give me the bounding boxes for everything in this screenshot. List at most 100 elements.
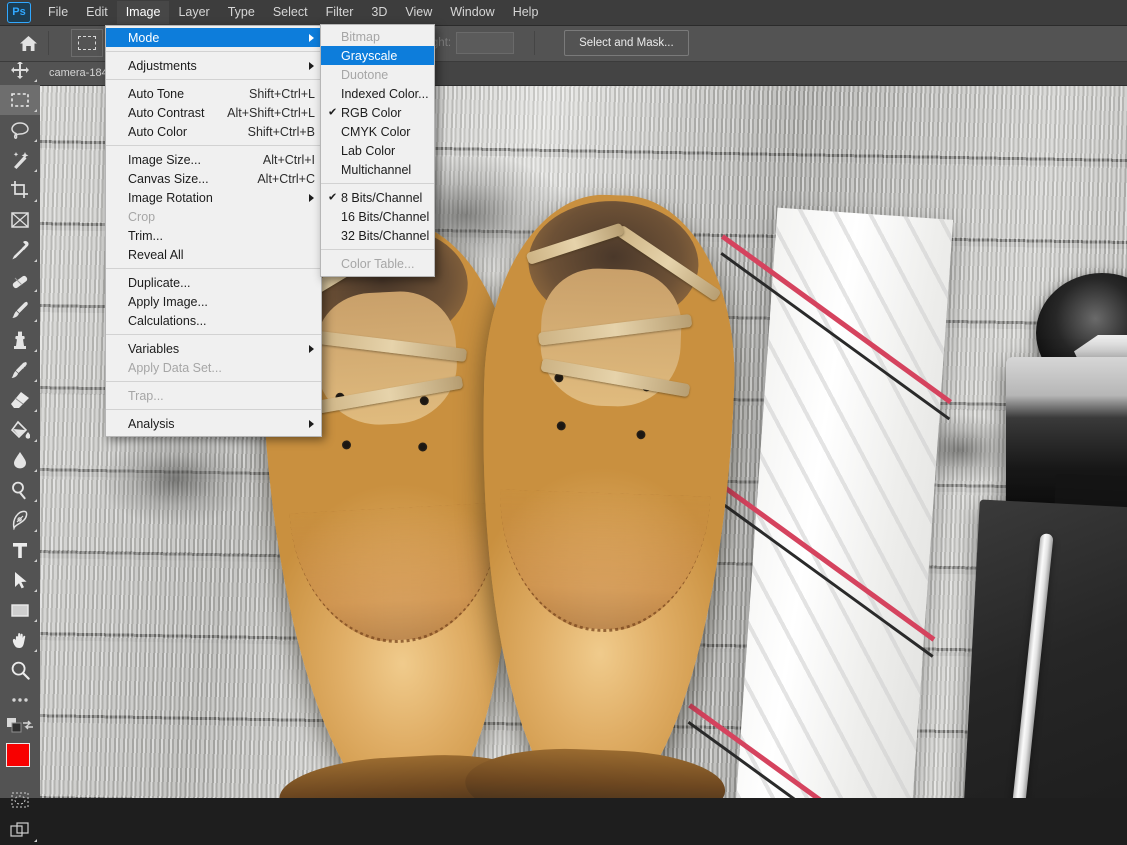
menu-item-shortcut: Alt+Shift+Ctrl+L xyxy=(227,105,315,120)
menu-window[interactable]: Window xyxy=(441,1,503,24)
submenu-arrow-icon xyxy=(309,33,314,42)
tool-flyout-corner xyxy=(34,839,37,842)
mode-item-8-bits-channel[interactable]: ✔ 8 Bits/Channel xyxy=(321,188,434,207)
image-menu-item-apply-image[interactable]: Apply Image... xyxy=(106,292,321,311)
menu-filter[interactable]: Filter xyxy=(317,1,363,24)
menu-type[interactable]: Type xyxy=(219,1,264,24)
height-input[interactable] xyxy=(456,32,515,54)
menu-item-label: 32 Bits/Channel xyxy=(341,228,430,243)
horizontal-type-tool[interactable] xyxy=(0,535,40,565)
tool-flyout-corner xyxy=(34,649,37,652)
image-menu-item-auto-color[interactable]: Auto Color Shift+Ctrl+B xyxy=(106,122,321,141)
menu-item-label: Duplicate... xyxy=(128,275,191,290)
swap-colors-icon[interactable] xyxy=(21,718,35,737)
tools-panel: ▸▸ xyxy=(0,25,41,842)
menu-item-shortcut: Alt+Ctrl+C xyxy=(257,171,315,186)
move-icon xyxy=(11,61,29,79)
mode-item-32-bits-channel[interactable]: 32 Bits/Channel xyxy=(321,226,434,245)
tool-flyout-corner xyxy=(34,529,37,532)
image-menu-item-duplicate[interactable]: Duplicate... xyxy=(106,273,321,292)
default-colors-row xyxy=(0,715,40,737)
brush-tool[interactable] xyxy=(0,295,40,325)
image-menu-item-image-rotation[interactable]: Image Rotation xyxy=(106,188,321,207)
mode-item-lab-color[interactable]: Lab Color xyxy=(321,141,434,160)
dodge-tool[interactable] xyxy=(0,475,40,505)
crop-tool[interactable] xyxy=(0,175,40,205)
menu-file[interactable]: File xyxy=(39,1,77,24)
menu-view[interactable]: View xyxy=(396,1,441,24)
mode-item-grayscale[interactable]: Grayscale xyxy=(321,46,434,65)
mode-item-indexed-color[interactable]: Indexed Color... xyxy=(321,84,434,103)
menu-edit[interactable]: Edit xyxy=(77,1,117,24)
blur-drop-icon xyxy=(14,452,26,469)
image-menu-item-image-size[interactable]: Image Size... Alt+Ctrl+I xyxy=(106,150,321,169)
image-menu-item-mode[interactable]: Mode xyxy=(106,28,321,47)
mode-item-cmyk-color[interactable]: CMYK Color xyxy=(321,122,434,141)
select-and-mask-button[interactable]: Select and Mask... xyxy=(564,30,689,56)
tools-list xyxy=(0,55,40,715)
tool-preset-picker[interactable] xyxy=(71,29,103,57)
frame-tool[interactable] xyxy=(0,205,40,235)
menu-help[interactable]: Help xyxy=(504,1,548,24)
foreground-color-swatch[interactable] xyxy=(6,743,30,767)
menu-image[interactable]: Image xyxy=(116,1,170,24)
submenu-arrow-icon xyxy=(309,61,314,70)
edit-toolbar[interactable] xyxy=(0,685,40,715)
tool-flyout-corner xyxy=(34,379,37,382)
image-menu-item-apply-data-set: Apply Data Set... xyxy=(106,358,321,377)
image-menu-item-calculations[interactable]: Calculations... xyxy=(106,311,321,330)
pen-icon xyxy=(12,510,28,530)
spot-healing-brush-tool[interactable] xyxy=(0,265,40,295)
menu-layer[interactable]: Layer xyxy=(169,1,218,24)
menu-separator xyxy=(106,268,321,269)
tool-flyout-corner xyxy=(34,109,37,112)
mode-item-multichannel[interactable]: Multichannel xyxy=(321,160,434,179)
menu-item-label: Reveal All xyxy=(128,247,184,262)
rectangular-marquee-tool[interactable] xyxy=(0,85,40,115)
tool-flyout-corner xyxy=(34,79,37,82)
image-menu-item-auto-contrast[interactable]: Auto Contrast Alt+Shift+Ctrl+L xyxy=(106,103,321,122)
magnifier-icon xyxy=(11,661,30,680)
image-menu-item-reveal-all[interactable]: Reveal All xyxy=(106,245,321,264)
menu-separator xyxy=(106,381,321,382)
image-menu-item-analysis[interactable]: Analysis xyxy=(106,414,321,433)
clone-stamp-tool[interactable] xyxy=(0,325,40,355)
history-brush-tool[interactable] xyxy=(0,355,40,385)
image-menu-item-adjustments[interactable]: Adjustments xyxy=(106,56,321,75)
gradient-tool[interactable] xyxy=(0,415,40,445)
image-menu-item-auto-tone[interactable]: Auto Tone Shift+Ctrl+L xyxy=(106,84,321,103)
menu-separator xyxy=(321,183,434,184)
eraser-tool[interactable] xyxy=(0,385,40,415)
mode-item-16-bits-channel[interactable]: 16 Bits/Channel xyxy=(321,207,434,226)
blur-tool[interactable] xyxy=(0,445,40,475)
image-menu-item-trim[interactable]: Trim... xyxy=(106,226,321,245)
mode-item-duotone: Duotone xyxy=(321,65,434,84)
tool-flyout-corner xyxy=(34,319,37,322)
lasso-tool[interactable] xyxy=(0,115,40,145)
image-menu-item-trap: Trap... xyxy=(106,386,321,405)
image-menu-popup[interactable]: Mode Adjustments Auto Tone Shift+Ctrl+L Auto… xyxy=(105,25,322,437)
mode-item-color-table: Color Table... xyxy=(321,254,434,273)
image-menu-item-canvas-size[interactable]: Canvas Size... Alt+Ctrl+C xyxy=(106,169,321,188)
quick-mask-icon[interactable] xyxy=(0,785,40,815)
mode-item-rgb-color[interactable]: ✔ RGB Color xyxy=(321,103,434,122)
screen-mode-icon[interactable] xyxy=(0,815,40,845)
home-icon[interactable] xyxy=(15,30,41,56)
menu-3d[interactable]: 3D xyxy=(362,1,396,24)
hand-tool[interactable] xyxy=(0,625,40,655)
path-selection-tool[interactable] xyxy=(0,565,40,595)
image-menu-item-variables[interactable]: Variables xyxy=(106,339,321,358)
mode-submenu-popup[interactable]: Bitmap Grayscale Duotone Indexed Color... ✔ R… xyxy=(320,24,435,277)
eraser-icon xyxy=(11,392,29,408)
eyedropper-tool[interactable] xyxy=(0,235,40,265)
zoom-tool[interactable] xyxy=(0,655,40,685)
lasso-icon xyxy=(11,122,29,139)
menu-select[interactable]: Select xyxy=(264,1,317,24)
menu-item-label: Image Rotation xyxy=(128,190,213,205)
hand-icon xyxy=(12,633,26,648)
tool-flyout-corner xyxy=(34,469,37,472)
mode-item-bitmap: Bitmap xyxy=(321,27,434,46)
quick-selection-tool[interactable] xyxy=(0,145,40,175)
rectangle-tool[interactable] xyxy=(0,595,40,625)
pen-tool[interactable] xyxy=(0,505,40,535)
